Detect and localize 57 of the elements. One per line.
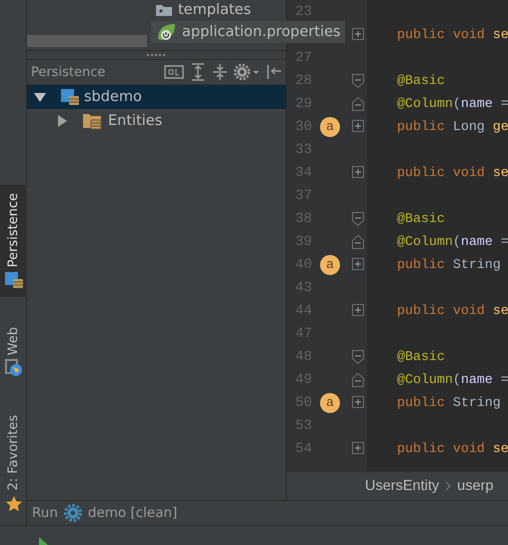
tree-item[interactable]: templates bbox=[178, 2, 252, 18]
code-line: @Column(name = bbox=[396, 372, 508, 387]
entity-folder-icon bbox=[82, 112, 104, 130]
tool-window-tab[interactable]: 2: Favorites bbox=[0, 407, 27, 521]
settings-icon[interactable] bbox=[234, 64, 260, 80]
chevron-icon bbox=[445, 481, 452, 491]
hide-panel-icon[interactable] bbox=[266, 64, 282, 80]
code-line: @Column(name = bbox=[396, 234, 508, 249]
code-line: @Basic bbox=[396, 211, 445, 226]
breadcrumb-item[interactable]: UsersEntity bbox=[365, 478, 440, 494]
code-line: public String bbox=[396, 257, 501, 272]
star-icon bbox=[4, 495, 22, 513]
breadcrumb-item[interactable]: userp bbox=[457, 478, 494, 494]
expand-fold-icon[interactable] bbox=[352, 166, 364, 180]
run-title: Run bbox=[32, 505, 58, 521]
code-line: @Basic bbox=[396, 349, 445, 364]
code-line: @Basic bbox=[396, 73, 445, 88]
collapse-all-icon[interactable] bbox=[212, 63, 228, 81]
tool-window-tab[interactable]: Persistence bbox=[0, 184, 27, 298]
run-configuration[interactable]: demo [clean] bbox=[88, 505, 178, 521]
code-line: public Long ge bbox=[396, 119, 508, 134]
code-line: public void se bbox=[396, 27, 508, 42]
tree-item[interactable]: sbdemo bbox=[84, 89, 142, 105]
tree-item[interactable]: Entities bbox=[108, 113, 162, 129]
expand-fold-icon[interactable] bbox=[352, 396, 364, 410]
gear-icon bbox=[64, 504, 82, 522]
database-module-icon bbox=[60, 88, 80, 106]
code-line: @Column(name = bbox=[396, 96, 508, 111]
expand-fold-icon[interactable] bbox=[352, 442, 364, 456]
expand-fold-icon[interactable] bbox=[352, 258, 364, 272]
database-module-icon bbox=[4, 271, 24, 290]
annotation-badge[interactable]: a bbox=[320, 116, 340, 136]
expand-all-icon[interactable] bbox=[190, 63, 206, 81]
globe-icon bbox=[4, 359, 22, 378]
code-line: public String bbox=[396, 395, 501, 410]
panel-title: Persistence bbox=[31, 64, 106, 80]
collapse-fold-icon[interactable] bbox=[352, 234, 364, 248]
expand-fold-icon[interactable] bbox=[352, 120, 364, 134]
drag-handle-icon bbox=[146, 54, 166, 56]
expand-fold-icon[interactable] bbox=[352, 304, 364, 318]
code-line: public void se bbox=[396, 441, 508, 456]
folder-icon bbox=[155, 3, 173, 17]
play-icon[interactable] bbox=[38, 536, 50, 545]
collapse-fold-icon[interactable] bbox=[352, 372, 364, 386]
annotation-badge[interactable]: a bbox=[320, 254, 340, 274]
collapse-fold-icon[interactable] bbox=[352, 74, 364, 88]
scrollbar-thumb[interactable] bbox=[27, 35, 147, 47]
code-line: public void se bbox=[396, 165, 508, 180]
collapse-fold-icon[interactable] bbox=[352, 212, 364, 226]
query-console-icon[interactable] bbox=[164, 65, 184, 79]
collapse-fold-icon[interactable] bbox=[352, 350, 364, 364]
tool-window-tab[interactable]: Web bbox=[0, 319, 27, 386]
expand-fold-icon[interactable] bbox=[352, 28, 364, 42]
leaf-icon bbox=[155, 22, 177, 42]
annotation-badge[interactable]: a bbox=[320, 392, 340, 412]
collapse-fold-icon[interactable] bbox=[352, 96, 364, 110]
code-line: public void se bbox=[396, 303, 508, 318]
